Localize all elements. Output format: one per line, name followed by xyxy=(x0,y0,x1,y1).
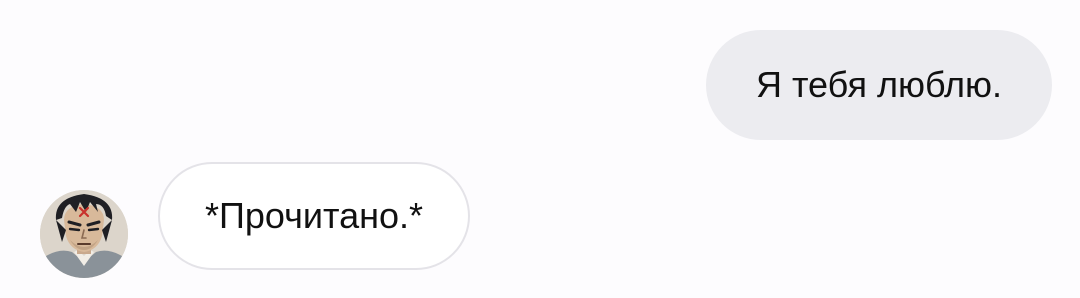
contact-avatar[interactable] xyxy=(40,190,128,278)
outgoing-message-bubble[interactable]: Я тебя люблю. xyxy=(706,30,1052,140)
anime-character-avatar-icon xyxy=(40,190,128,278)
incoming-message-bubble[interactable]: *Прочитано.* xyxy=(158,162,470,270)
